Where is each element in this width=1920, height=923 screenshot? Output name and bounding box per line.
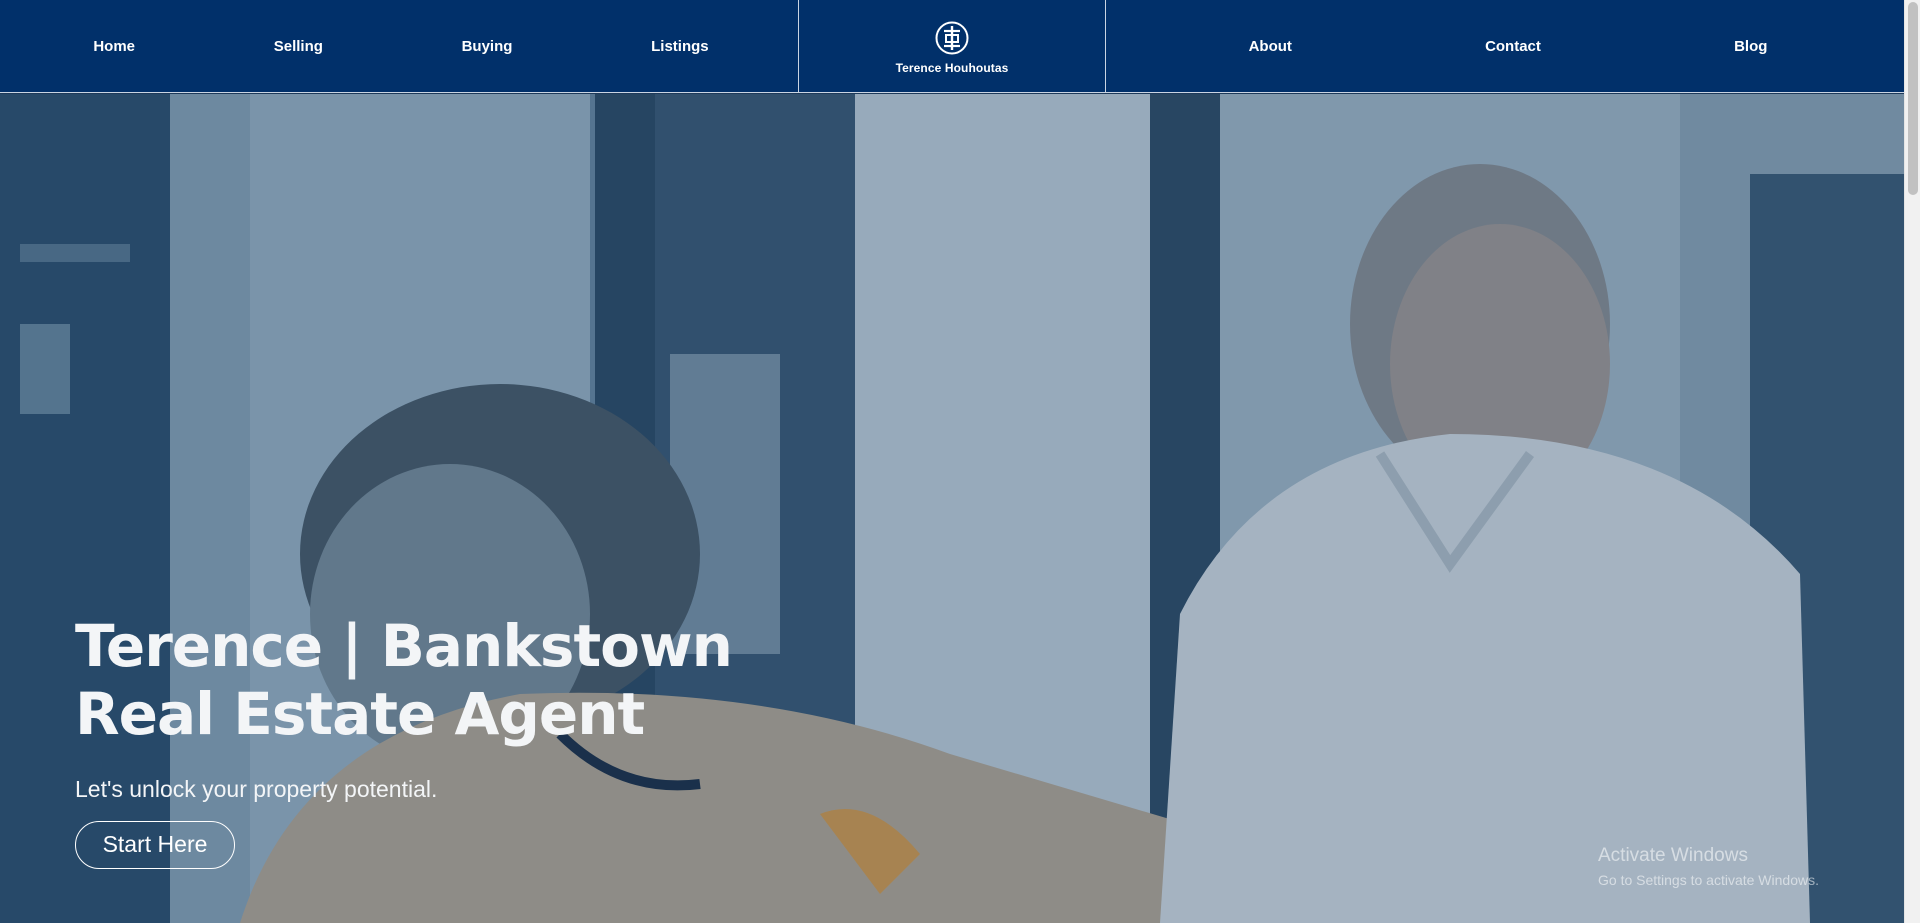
main-navbar: Home Selling Buying Listings Terence Hou…: [0, 0, 1904, 93]
hero-title-line-1: Terence | Bankstown: [75, 612, 733, 680]
nav-right-group: About Contact Blog: [1106, 0, 1904, 92]
activate-windows-title: Activate Windows: [1598, 845, 1748, 866]
hero-subtitle: Let's unlock your property potential.: [75, 776, 438, 802]
monogram-logo-icon: [935, 21, 969, 55]
hero-title-line-2: Real Estate Agent: [75, 680, 645, 748]
nav-left-group: Home Selling Buying Listings: [0, 0, 798, 92]
scrollbar-thumb[interactable]: [1908, 2, 1918, 195]
activate-windows-watermark: Activate Windows Go to Settings to activ…: [1598, 845, 1819, 888]
nav-link-blog[interactable]: Blog: [1734, 38, 1767, 55]
hero-content: Terence | Bankstown Real Estate Agent Le…: [75, 612, 835, 869]
nav-link-buying[interactable]: Buying: [462, 38, 513, 55]
brand-name: Terence Houhoutas: [895, 61, 1009, 75]
start-here-button[interactable]: Start Here: [75, 821, 235, 869]
activate-windows-subtitle: Go to Settings to activate Windows.: [1598, 872, 1819, 888]
nav-link-contact[interactable]: Contact: [1485, 38, 1541, 55]
page-scrollbar[interactable]: [1904, 0, 1920, 923]
nav-link-home[interactable]: Home: [93, 38, 135, 55]
hero-section: Terence | Bankstown Real Estate Agent Le…: [0, 94, 1904, 923]
nav-link-listings[interactable]: Listings: [651, 38, 709, 55]
nav-link-about[interactable]: About: [1249, 38, 1292, 55]
brand-home-link[interactable]: Terence Houhoutas: [798, 0, 1106, 93]
hero-title: Terence | Bankstown Real Estate Agent: [75, 612, 835, 748]
nav-link-selling[interactable]: Selling: [274, 38, 323, 55]
